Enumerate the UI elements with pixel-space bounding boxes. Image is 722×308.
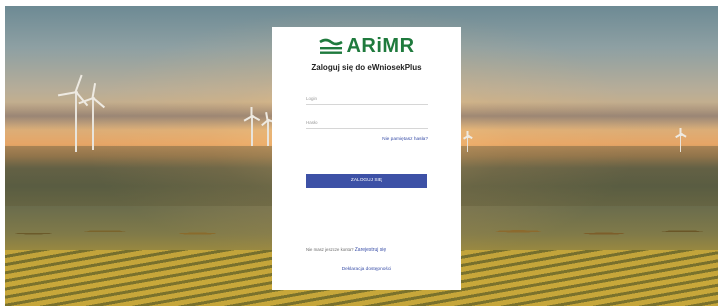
arimr-wave-logo-icon bbox=[318, 36, 344, 56]
page-frame: ARiMR Zaloguj się do eWniosekPlus Nie pa… bbox=[0, 0, 722, 308]
login-button[interactable]: ZALOGUJ SIĘ bbox=[306, 174, 427, 188]
wind-turbine-icon bbox=[675, 128, 687, 152]
wind-turbine-icon bbox=[57, 74, 88, 152]
no-account-text: Nie masz jeszcze konta? bbox=[306, 247, 354, 252]
password-input[interactable] bbox=[306, 117, 428, 129]
login-input[interactable] bbox=[306, 93, 428, 105]
wind-turbine-icon bbox=[243, 107, 260, 146]
wind-turbine-icon bbox=[463, 131, 473, 152]
login-card: ARiMR Zaloguj się do eWniosekPlus Nie pa… bbox=[272, 27, 461, 290]
wind-turbine-icon bbox=[261, 111, 276, 146]
arimr-logo: ARiMR bbox=[272, 35, 461, 57]
register-row: Nie masz jeszcze konta? Zarejestruj się bbox=[306, 247, 456, 253]
login-title: Zaloguj się do eWniosekPlus bbox=[311, 63, 422, 72]
accessibility-declaration-link[interactable]: Deklaracja dostępności bbox=[272, 267, 461, 272]
brand-name: ARiMR bbox=[346, 35, 415, 57]
forgot-password-link[interactable]: Nie pamiętasz hasła? bbox=[382, 137, 428, 142]
wind-turbine-icon bbox=[78, 83, 105, 150]
register-link[interactable]: Zarejestruj się bbox=[355, 247, 386, 253]
